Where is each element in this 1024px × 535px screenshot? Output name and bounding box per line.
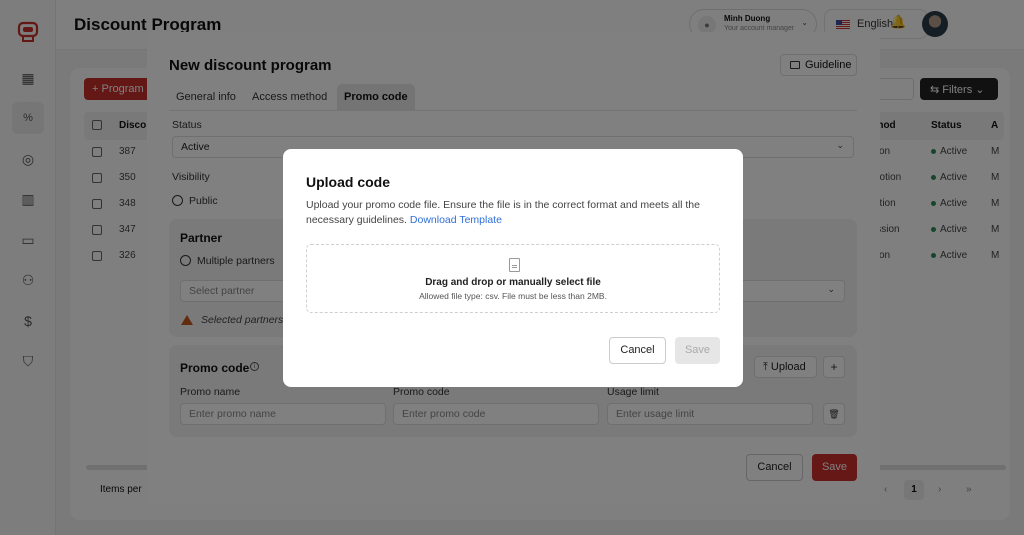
multiple-partners-radio[interactable] — [180, 255, 191, 266]
dialog-title: Upload code — [306, 174, 391, 190]
tab-general-info[interactable]: General info — [169, 84, 243, 111]
usage-limit-label: Usage limit — [607, 386, 659, 398]
upload-button[interactable]: ⤒ Upload — [754, 356, 817, 378]
partner-warning: Selected partners — [201, 314, 284, 326]
upload-icon: ⤒ — [763, 361, 771, 373]
promo-name-label: Promo name — [180, 386, 241, 398]
guideline-icon — [790, 61, 800, 69]
promo-code-input[interactable]: Enter promo code — [393, 403, 599, 425]
promo-name-input[interactable]: Enter promo name — [180, 403, 386, 425]
trash-icon: 🗑 — [828, 409, 840, 419]
chevron-down-icon: ⌄ — [836, 140, 844, 150]
upload-code-dialog: Upload code Upload your promo code file.… — [283, 149, 743, 387]
status-value: Active — [181, 141, 210, 153]
dropzone-hint: Allowed file type: csv. File must be les… — [419, 291, 607, 301]
dialog-cancel-button[interactable]: Cancel — [609, 337, 666, 364]
add-promo-button[interactable]: + — [823, 356, 845, 378]
download-template-link[interactable]: Download Template — [410, 214, 502, 226]
modal-title: New discount program — [169, 57, 332, 74]
warning-icon — [181, 315, 193, 325]
save-button[interactable]: Save — [812, 454, 857, 481]
file-dropzone[interactable]: Drag and drop or manually select file Al… — [306, 244, 720, 313]
partner-title: Partner — [180, 231, 223, 245]
dropzone-title: Drag and drop or manually select file — [425, 277, 601, 288]
public-radio[interactable] — [172, 195, 183, 206]
info-icon[interactable]: i — [250, 362, 259, 371]
usage-limit-input[interactable]: Enter usage limit — [607, 403, 813, 425]
guideline-label: Guideline — [805, 59, 852, 71]
partner-select-placeholder: Select partner — [189, 285, 255, 297]
guideline-button[interactable]: Guideline — [780, 54, 857, 76]
dialog-description: Upload your promo code file. Ensure the … — [306, 198, 726, 228]
tabs: General info Access method Promo code — [169, 84, 857, 111]
file-icon — [509, 258, 520, 272]
status-label: Status — [172, 119, 202, 131]
tab-access-method[interactable]: Access method — [245, 84, 334, 111]
description-text: Upload your promo code file. Ensure the … — [306, 199, 700, 226]
promo-code-label: Promo code — [393, 386, 450, 398]
multiple-partners-label: Multiple partners — [197, 255, 275, 267]
dialog-save-button[interactable]: Save — [675, 337, 720, 364]
visibility-label: Visibility — [172, 171, 210, 183]
public-label: Public — [189, 195, 218, 207]
chevron-down-icon: ⌄ — [827, 284, 835, 294]
promo-code-title: Promo code — [180, 361, 250, 375]
upload-label: Upload — [770, 361, 806, 373]
delete-row-button[interactable]: 🗑 — [823, 403, 845, 425]
tab-promo-code[interactable]: Promo code — [337, 84, 415, 111]
cancel-button[interactable]: Cancel — [746, 454, 803, 481]
